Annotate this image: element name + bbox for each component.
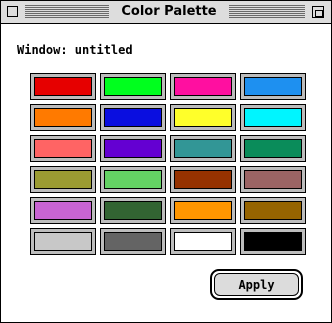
color-swatch-fill: [174, 170, 232, 189]
color-swatch[interactable]: [240, 104, 306, 131]
color-swatch-fill: [104, 139, 162, 158]
color-swatch[interactable]: [100, 104, 166, 131]
color-swatch[interactable]: [30, 135, 96, 162]
color-swatch-fill: [244, 232, 302, 251]
color-swatch-fill: [34, 108, 92, 127]
title-bar[interactable]: Color Palette: [1, 1, 331, 24]
color-swatch-fill: [104, 170, 162, 189]
color-swatch[interactable]: [240, 166, 306, 193]
color-swatch[interactable]: [170, 228, 236, 255]
window-label: Window: untitled: [17, 43, 133, 57]
color-swatch-fill: [174, 108, 232, 127]
color-swatch-fill: [104, 232, 162, 251]
color-swatch[interactable]: [170, 73, 236, 100]
title-bar-stripes-right: [229, 5, 305, 18]
color-swatch[interactable]: [100, 228, 166, 255]
color-swatch[interactable]: [170, 166, 236, 193]
color-swatch-fill: [34, 232, 92, 251]
color-swatch[interactable]: [100, 166, 166, 193]
color-swatch[interactable]: [30, 166, 96, 193]
color-swatch-fill: [104, 108, 162, 127]
color-swatch-fill: [174, 77, 232, 96]
color-swatch-fill: [174, 201, 232, 220]
close-box[interactable]: [7, 6, 18, 17]
apply-button[interactable]: Apply: [210, 269, 303, 300]
color-palette-window: Color Palette Window: untitled Apply: [0, 0, 332, 323]
color-swatch-fill: [174, 232, 232, 251]
color-swatch[interactable]: [240, 73, 306, 100]
color-swatch[interactable]: [170, 135, 236, 162]
color-swatch-fill: [104, 201, 162, 220]
color-swatch-fill: [244, 170, 302, 189]
color-swatch[interactable]: [240, 135, 306, 162]
color-swatch-fill: [174, 139, 232, 158]
color-swatch-fill: [34, 77, 92, 96]
color-swatch-fill: [244, 77, 302, 96]
color-swatch[interactable]: [30, 228, 96, 255]
color-swatch[interactable]: [30, 73, 96, 100]
color-swatch-fill: [34, 170, 92, 189]
color-swatch-fill: [244, 108, 302, 127]
color-swatch-fill: [104, 77, 162, 96]
color-swatch[interactable]: [30, 104, 96, 131]
window-title: Color Palette: [109, 4, 229, 20]
color-swatch-fill: [34, 139, 92, 158]
apply-button-label: Apply: [214, 273, 299, 296]
color-swatch[interactable]: [240, 228, 306, 255]
swatch-grid: [30, 73, 306, 255]
color-swatch[interactable]: [170, 104, 236, 131]
color-swatch[interactable]: [30, 197, 96, 224]
color-swatch[interactable]: [240, 197, 306, 224]
color-swatch-fill: [34, 201, 92, 220]
color-swatch[interactable]: [100, 197, 166, 224]
zoom-box[interactable]: [312, 6, 324, 18]
color-swatch[interactable]: [100, 73, 166, 100]
color-swatch-fill: [244, 201, 302, 220]
color-swatch[interactable]: [100, 135, 166, 162]
color-swatch-fill: [244, 139, 302, 158]
color-swatch[interactable]: [170, 197, 236, 224]
title-bar-stripes-left: [25, 5, 109, 18]
